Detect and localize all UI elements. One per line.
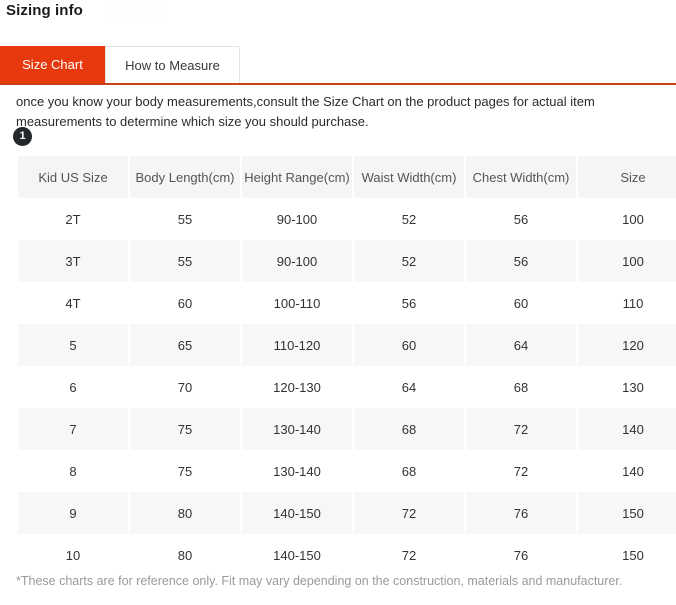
cell-size: 150 xyxy=(578,534,676,576)
cell-chest-width: 64 xyxy=(466,324,576,366)
cell-size: 110 xyxy=(578,282,676,324)
cell-body-length: 75 xyxy=(130,408,240,450)
cell-waist-width: 72 xyxy=(354,492,464,534)
cell-size: 130 xyxy=(578,366,676,408)
cell-kid-us-size: 8 xyxy=(18,450,128,492)
cell-height-range: 120-130 xyxy=(242,366,352,408)
cell-chest-width: 56 xyxy=(466,240,576,282)
cell-size: 150 xyxy=(578,492,676,534)
cell-body-length: 55 xyxy=(130,198,240,240)
cell-chest-width: 72 xyxy=(466,408,576,450)
cell-height-range: 90-100 xyxy=(242,198,352,240)
sizing-info-panel: Sizing info 尺码信息 Size Chart How to Measu… xyxy=(0,0,676,605)
cell-body-length: 60 xyxy=(130,282,240,324)
cell-kid-us-size: 5 xyxy=(18,324,128,366)
tab-size-chart[interactable]: Size Chart xyxy=(0,46,105,83)
cell-height-range: 130-140 xyxy=(242,450,352,492)
column-header-chest-width: Chest Width(cm) xyxy=(466,156,576,198)
footnote-text: *These charts are for reference only. Fi… xyxy=(16,574,623,588)
cell-kid-us-size: 9 xyxy=(18,492,128,534)
cell-body-length: 70 xyxy=(130,366,240,408)
size-chart-table: Kid US Size Body Length(cm) Height Range… xyxy=(16,156,676,576)
table-row: 4T 60 100-110 56 60 110 xyxy=(18,282,676,324)
table-row: 5 65 110-120 60 64 120 xyxy=(18,324,676,366)
cell-waist-width: 72 xyxy=(354,534,464,576)
cell-chest-width: 68 xyxy=(466,366,576,408)
cell-height-range: 130-140 xyxy=(242,408,352,450)
cell-kid-us-size: 2T xyxy=(18,198,128,240)
cell-body-length: 80 xyxy=(130,492,240,534)
cell-height-range: 140-150 xyxy=(242,492,352,534)
column-header-height-range: Height Range(cm) xyxy=(242,156,352,198)
table-row: 3T 55 90-100 52 56 100 xyxy=(18,240,676,282)
cell-kid-us-size: 3T xyxy=(18,240,128,282)
cell-chest-width: 56 xyxy=(466,198,576,240)
step-badge: 1 xyxy=(13,127,32,146)
table-header: Kid US Size Body Length(cm) Height Range… xyxy=(18,156,676,198)
cell-waist-width: 68 xyxy=(354,408,464,450)
cell-kid-us-size: 4T xyxy=(18,282,128,324)
tab-bar-filler xyxy=(240,46,676,83)
table-row: 10 80 140-150 72 76 150 xyxy=(18,534,676,576)
column-header-waist-width: Waist Width(cm) xyxy=(354,156,464,198)
table-header-row: Kid US Size Body Length(cm) Height Range… xyxy=(18,156,676,198)
cell-body-length: 80 xyxy=(130,534,240,576)
cell-height-range: 140-150 xyxy=(242,534,352,576)
cell-body-length: 55 xyxy=(130,240,240,282)
cell-kid-us-size: 6 xyxy=(18,366,128,408)
column-header-kid-us-size: Kid US Size xyxy=(18,156,128,198)
cell-waist-width: 64 xyxy=(354,366,464,408)
description-text: once you know your body measurements,con… xyxy=(16,94,595,129)
tab-bar: Size Chart How to Measure xyxy=(0,46,676,85)
cell-waist-width: 68 xyxy=(354,450,464,492)
cell-waist-width: 52 xyxy=(354,240,464,282)
cell-size: 140 xyxy=(578,408,676,450)
cell-size: 100 xyxy=(578,240,676,282)
cell-kid-us-size: 7 xyxy=(18,408,128,450)
table-row: 9 80 140-150 72 76 150 xyxy=(18,492,676,534)
cell-body-length: 75 xyxy=(130,450,240,492)
ghost-overlay-text: 尺码信息 xyxy=(104,3,165,20)
cell-kid-us-size: 10 xyxy=(18,534,128,576)
cell-size: 100 xyxy=(578,198,676,240)
cell-waist-width: 60 xyxy=(354,324,464,366)
table-row: 2T 55 90-100 52 56 100 xyxy=(18,198,676,240)
cell-waist-width: 56 xyxy=(354,282,464,324)
tab-how-to-measure[interactable]: How to Measure xyxy=(105,46,240,83)
tab-how-to-measure-label: How to Measure xyxy=(125,57,220,73)
cell-size: 120 xyxy=(578,324,676,366)
column-header-size: Size xyxy=(578,156,676,198)
column-header-body-length: Body Length(cm) xyxy=(130,156,240,198)
cell-height-range: 100-110 xyxy=(242,282,352,324)
tab-size-chart-label: Size Chart xyxy=(22,57,83,72)
table-row: 7 75 130-140 68 72 140 xyxy=(18,408,676,450)
cell-body-length: 65 xyxy=(130,324,240,366)
table-body: 2T 55 90-100 52 56 100 3T 55 90-100 52 5… xyxy=(18,198,676,576)
cell-chest-width: 76 xyxy=(466,534,576,576)
cell-size: 140 xyxy=(578,450,676,492)
cell-chest-width: 76 xyxy=(466,492,576,534)
page-title: Sizing info xyxy=(6,2,83,19)
cell-height-range: 110-120 xyxy=(242,324,352,366)
cell-chest-width: 72 xyxy=(466,450,576,492)
cell-waist-width: 52 xyxy=(354,198,464,240)
table-row: 6 70 120-130 64 68 130 xyxy=(18,366,676,408)
cell-height-range: 90-100 xyxy=(242,240,352,282)
table-row: 8 75 130-140 68 72 140 xyxy=(18,450,676,492)
cell-chest-width: 60 xyxy=(466,282,576,324)
